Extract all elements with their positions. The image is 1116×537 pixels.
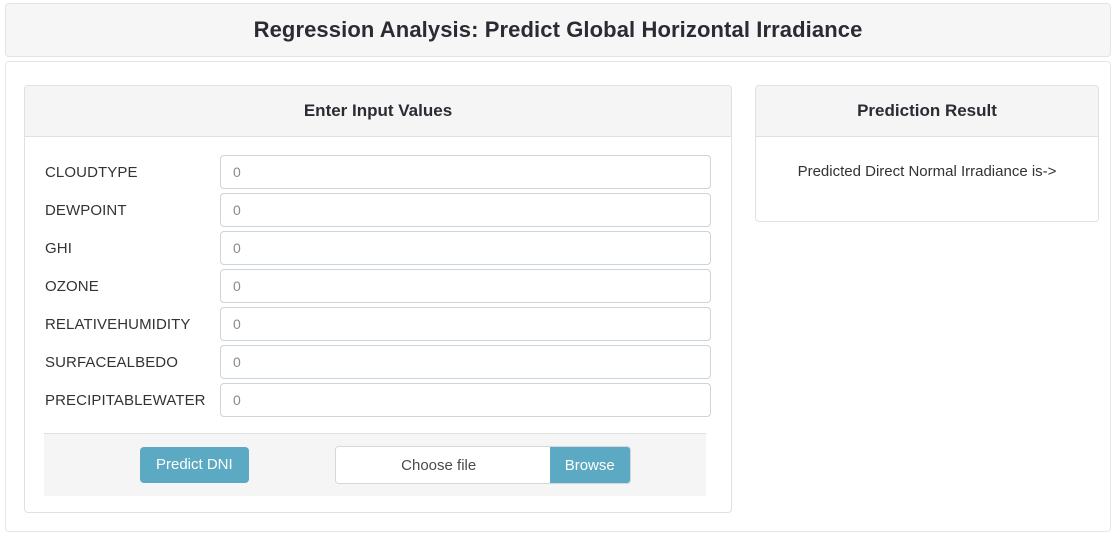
file-name-field[interactable]: Choose file (335, 447, 550, 483)
app-page: Regression Analysis: Predict Global Hori… (0, 0, 1116, 537)
form-row-cloudtype: CLOUDTYPE (45, 153, 711, 191)
label-dewpoint: DEWPOINT (45, 201, 127, 219)
form-row-relativehumidity: RELATIVEHUMIDITY (45, 305, 711, 343)
input-precipitablewater[interactable] (220, 383, 711, 417)
content-container: Enter Input Values CLOUDTYPE DEWPOINT GH… (5, 61, 1111, 532)
label-relativehumidity: RELATIVEHUMIDITY (45, 315, 191, 333)
page-title-panel: Regression Analysis: Predict Global Hori… (5, 3, 1111, 57)
input-form-heading-text: Enter Input Values (303, 101, 453, 120)
page-title: Regression Analysis: Predict Global Hori… (253, 17, 863, 42)
file-upload-widget[interactable]: Choose file Browse (334, 446, 631, 484)
prediction-result-heading-text: Prediction Result (857, 101, 997, 120)
browse-button[interactable]: Browse (549, 447, 630, 483)
form-row-surfacealbedo: SURFACEALBEDO (45, 343, 711, 381)
input-cloudtype[interactable] (220, 155, 711, 189)
label-ozone: OZONE (45, 277, 99, 295)
prediction-result-body: Predicted Direct Normal Irradiance is-> (756, 137, 1098, 221)
label-cloudtype: CLOUDTYPE (45, 163, 138, 181)
form-row-precipitablewater: PRECIPITABLEWATER (45, 381, 711, 419)
label-surfacealbedo: SURFACEALBEDO (45, 353, 179, 371)
prediction-result-heading: Prediction Result (756, 86, 1098, 137)
prediction-result-text: Predicted Direct Normal Irradiance is-> (797, 163, 1057, 180)
input-surfacealbedo[interactable] (220, 345, 711, 379)
input-relativehumidity[interactable] (220, 307, 711, 341)
form-row-ghi: GHI (45, 229, 711, 267)
label-precipitablewater: PRECIPITABLEWATER (45, 391, 206, 409)
input-form-heading: Enter Input Values (25, 86, 731, 137)
input-form-panel: Enter Input Values CLOUDTYPE DEWPOINT GH… (24, 85, 732, 513)
prediction-result-panel: Prediction Result Predicted Direct Norma… (755, 85, 1099, 222)
input-form-body: CLOUDTYPE DEWPOINT GHI OZONE RELATIVEHUM (25, 137, 731, 419)
input-ghi[interactable] (220, 231, 711, 265)
input-dewpoint[interactable] (220, 193, 711, 227)
input-ozone[interactable] (220, 269, 711, 303)
form-row-dewpoint: DEWPOINT (45, 191, 711, 229)
label-ghi: GHI (45, 239, 72, 257)
form-footer: Predict DNI Choose file Browse (44, 433, 706, 496)
form-row-ozone: OZONE (45, 267, 711, 305)
predict-dni-button[interactable]: Predict DNI (140, 447, 249, 483)
